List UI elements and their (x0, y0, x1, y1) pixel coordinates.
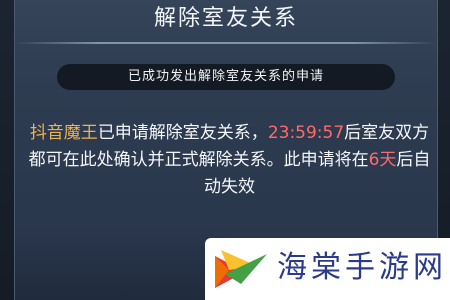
site-watermark: 海棠手游网 (205, 238, 450, 300)
dialog-title: 解除室友关系 (153, 6, 298, 31)
expiry-days: 6天 (368, 150, 397, 170)
watermark-text: 海棠手游网 (277, 250, 447, 285)
player-name: 抖音魔王 (29, 123, 98, 143)
title-divider (15, 42, 437, 44)
countdown-timer: 23:59:57 (267, 123, 345, 143)
success-notice-toast: 已成功发出解除室友关系的申请 (57, 64, 395, 90)
game-screen: 解除室友关系 已成功发出解除室友关系的申请 抖音魔王已申请解除室友关系，23:5… (0, 0, 450, 300)
dissolve-message: 抖音魔王已申请解除室友关系，23:59:57后室友双方都可在此处确认并正式解除关… (22, 120, 437, 201)
message-part-1: 已申请解除室友关系， (97, 123, 268, 143)
watermark-logo-icon (215, 250, 267, 288)
